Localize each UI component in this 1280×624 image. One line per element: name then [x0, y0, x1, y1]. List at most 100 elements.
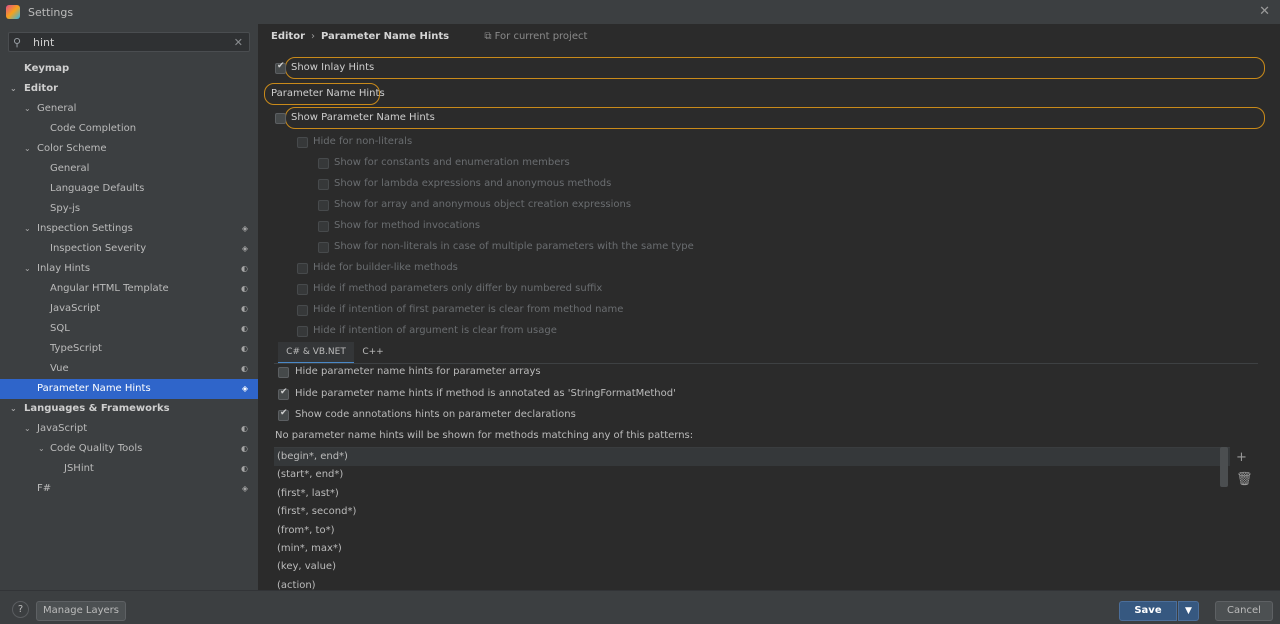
disabled-option-label: Show for method invocations: [334, 220, 481, 231]
tree-item[interactable]: ⌄ Color Scheme: [0, 139, 258, 159]
tree-item[interactable]: TypeScript ◐: [0, 339, 258, 359]
tree-item[interactable]: ⌄ Editor: [0, 79, 258, 99]
tree-item[interactable]: ⌄ Inlay Hints ◐: [0, 259, 258, 279]
add-pattern-icon[interactable]: +: [1236, 450, 1247, 465]
hide-param-arrays-checkbox[interactable]: [278, 367, 289, 378]
tree-item[interactable]: Vue ◐: [0, 359, 258, 379]
show-parameter-hints-checkbox[interactable]: [275, 113, 286, 124]
half-circle-icon: ◐: [241, 364, 248, 373]
disabled-option-checkbox[interactable]: [318, 242, 329, 253]
chevron-down-icon[interactable]: ⌄: [24, 219, 34, 239]
tree-item[interactable]: ⌄ JavaScript ◐: [0, 419, 258, 439]
manage-layers-button[interactable]: Manage Layers: [36, 601, 126, 621]
disabled-option-checkbox[interactable]: [318, 179, 329, 190]
disabled-option-checkbox[interactable]: [297, 263, 308, 274]
tree-item[interactable]: ⌄ Code Quality Tools ◐: [0, 439, 258, 459]
help-icon[interactable]: ?: [12, 601, 29, 618]
disabled-option-label: Show for non-literals in case of multipl…: [334, 241, 694, 252]
hide-stringformat-checkbox[interactable]: [278, 387, 289, 400]
tree-item[interactable]: SQL ◐: [0, 319, 258, 339]
tree-item-label: Vue: [50, 363, 69, 374]
half-circle-icon: ◐: [241, 344, 248, 353]
tree-item[interactable]: Keymap: [0, 59, 258, 79]
delete-pattern-icon[interactable]: 🗑: [1236, 472, 1253, 487]
save-options-dropdown[interactable]: ▼: [1178, 601, 1199, 621]
chevron-down-icon[interactable]: ⌄: [24, 259, 34, 279]
chevron-down-icon[interactable]: ⌄: [10, 79, 20, 99]
chevron-down-icon[interactable]: ⌄: [24, 139, 34, 159]
half-circle-icon: ◐: [241, 464, 248, 473]
disabled-option-checkbox[interactable]: [318, 158, 329, 169]
hide-stringformat-label[interactable]: Hide parameter name hints if method is a…: [295, 388, 676, 399]
disabled-option-checkbox[interactable]: [297, 137, 308, 148]
breadcrumb-section[interactable]: Editor: [271, 31, 305, 42]
pattern-row[interactable]: (start*, end*): [274, 466, 1230, 484]
disabled-option-checkbox[interactable]: [297, 305, 308, 316]
cancel-button[interactable]: Cancel: [1215, 601, 1273, 621]
chevron-down-icon[interactable]: ⌄: [24, 419, 34, 439]
pattern-row[interactable]: (min*, max*): [274, 540, 1230, 558]
tab-divider: [274, 363, 1258, 364]
half-circle-icon: ◐: [241, 264, 248, 273]
tree-item-label: Languages & Frameworks: [24, 403, 170, 414]
disabled-option-label: Hide if intention of first parameter is …: [313, 304, 624, 315]
chevron-down-icon: ▼: [1185, 606, 1192, 616]
half-circle-icon: ◐: [241, 324, 248, 333]
tree-item[interactable]: Inspection Severity ◈: [0, 239, 258, 259]
show-parameter-hints-label[interactable]: Show Parameter Name Hints: [291, 112, 435, 123]
tree-item[interactable]: Language Defaults: [0, 179, 258, 199]
tree-item[interactable]: ⌄ General: [0, 99, 258, 119]
pattern-row[interactable]: (action): [274, 577, 1230, 590]
close-icon[interactable]: ✕: [1259, 4, 1270, 19]
tree-item[interactable]: JSHint ◐: [0, 459, 258, 479]
show-annotations-checkbox[interactable]: [278, 408, 289, 421]
show-annotations-label[interactable]: Show code annotations hints on parameter…: [295, 409, 576, 420]
app-logo-icon: [6, 5, 20, 19]
tree-item[interactable]: Spy-js: [0, 199, 258, 219]
disabled-option-checkbox[interactable]: [297, 326, 308, 337]
pattern-row[interactable]: (first*, last*): [274, 485, 1230, 503]
pattern-row[interactable]: (first*, second*): [274, 503, 1230, 521]
tree-item[interactable]: JavaScript ◐: [0, 299, 258, 319]
patterns-scrollbar[interactable]: [1220, 447, 1228, 487]
patterns-list[interactable]: (begin*, end*) (start*, end*) (first*, las…: [274, 447, 1230, 590]
save-button[interactable]: Save: [1119, 601, 1177, 621]
search-highlight: [285, 57, 1265, 79]
disabled-option-label: Hide for builder-like methods: [313, 262, 458, 273]
disabled-option-checkbox[interactable]: [297, 284, 308, 295]
chevron-down-icon[interactable]: ⌄: [24, 99, 34, 119]
tree-item[interactable]: F# ◈: [0, 479, 258, 499]
chevron-down-icon[interactable]: ⌄: [38, 439, 48, 459]
tree-item-label: Inspection Severity: [50, 243, 147, 254]
tab-csharp-vbnet[interactable]: C# & VB.NET: [278, 342, 354, 364]
search-icon: ⚲: [13, 35, 22, 49]
project-scope: ⧉ For current project: [484, 31, 587, 42]
tree-item[interactable]: Code Completion: [0, 119, 258, 139]
tree-item[interactable]: General: [0, 159, 258, 179]
pattern-row[interactable]: (begin*, end*): [274, 448, 1230, 467]
hide-param-arrays-label[interactable]: Hide parameter name hints for parameter …: [295, 366, 541, 377]
title-bar: Settings ✕: [0, 0, 1280, 24]
disabled-option-checkbox[interactable]: [318, 200, 329, 211]
pattern-row[interactable]: (key, value): [274, 558, 1230, 576]
search-input-value[interactable]: hint: [33, 36, 234, 49]
show-inlay-hints-label[interactable]: Show Inlay Hints: [291, 62, 374, 73]
search-input[interactable]: ⚲ hint ✕: [8, 32, 250, 52]
disabled-option-checkbox[interactable]: [318, 221, 329, 232]
tree-item[interactable]: Angular HTML Template ◐: [0, 279, 258, 299]
tree-item-label: F#: [37, 483, 52, 494]
tree-item-label: Color Scheme: [37, 143, 107, 154]
disabled-option-label: Show for array and anonymous object crea…: [334, 199, 632, 210]
settings-sidebar: ⚲ hint ✕ Keymap ⌄ Editor ⌄ General Code Compl…: [0, 24, 258, 590]
half-circle-icon: ◐: [241, 444, 248, 453]
tree-item[interactable]: Parameter Name Hints ◈: [0, 379, 258, 399]
chevron-down-icon[interactable]: ⌄: [10, 399, 20, 419]
tab-cpp[interactable]: C++: [356, 342, 390, 364]
clear-search-icon[interactable]: ✕: [234, 36, 243, 49]
pattern-row[interactable]: (from*, to*): [274, 522, 1230, 540]
tree-item[interactable]: ⌄ Languages & Frameworks: [0, 399, 258, 419]
half-circle-icon: ◐: [241, 424, 248, 433]
show-inlay-hints-checkbox[interactable]: [275, 61, 286, 74]
tree-item[interactable]: ⌄ Inspection Settings ◈: [0, 219, 258, 239]
breadcrumb: Editor › Parameter Name Hints ⧉ For curren…: [271, 31, 587, 45]
